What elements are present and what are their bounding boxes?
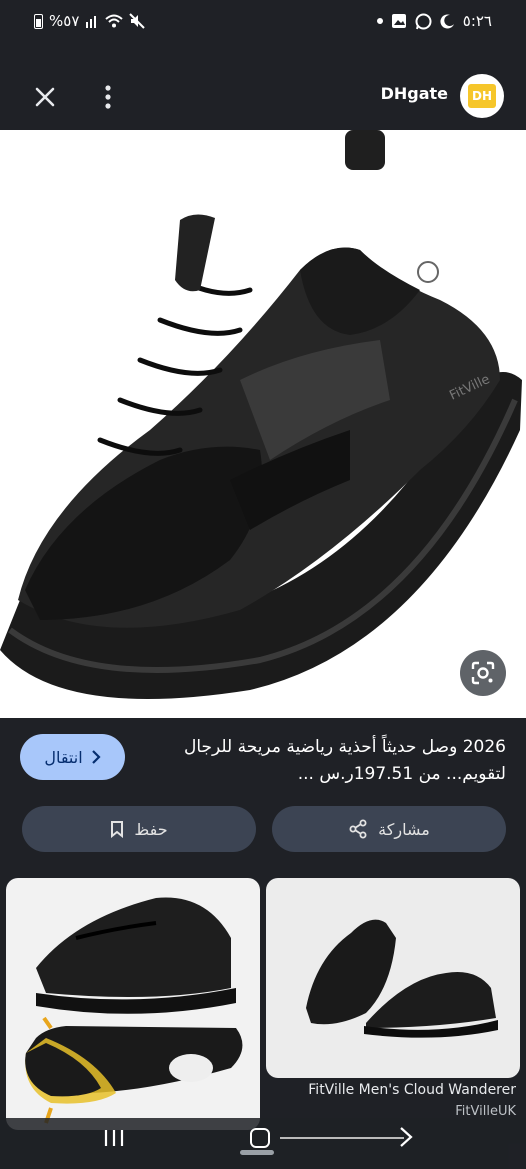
site-logo-text: DH — [468, 84, 496, 108]
related-shoe-image — [306, 919, 498, 1038]
related-result-card[interactable] — [6, 878, 260, 1130]
status-bar: %٥٧ ٥:٢٦ — [0, 0, 526, 44]
status-right: ٥:٢٦ — [376, 12, 492, 30]
dot-icon — [376, 18, 383, 24]
mute-icon — [129, 13, 146, 29]
bookmark-icon — [111, 821, 124, 838]
gallery-icon — [391, 14, 406, 28]
signal-icon — [86, 16, 97, 28]
product-title[interactable]: 2026 وصل حديثاً أحذية رياضية مريحة للرجا… — [140, 734, 506, 788]
lens-icon — [471, 661, 495, 685]
related-result-card[interactable] — [266, 878, 520, 1078]
related-result-caption[interactable]: FitVille Men's Cloud Wanderer — [266, 1082, 516, 1098]
moon-icon — [440, 14, 454, 29]
system-nav-bar — [0, 1118, 526, 1169]
save-button[interactable]: حفظ — [22, 806, 256, 852]
lens-header: DHgate DH — [0, 44, 526, 130]
visit-label: انتقال — [44, 747, 83, 767]
whatsapp-icon — [415, 13, 432, 29]
site-name[interactable]: DHgate — [381, 84, 448, 103]
lens-search-button[interactable] — [460, 650, 506, 696]
battery-percent: %٥٧ — [49, 12, 80, 30]
more-options-icon[interactable] — [98, 82, 118, 112]
site-logo[interactable]: DH — [460, 74, 504, 118]
wifi-icon — [105, 14, 124, 28]
battery-icon — [34, 13, 43, 29]
related-result-source: FitVilleUK — [455, 1104, 516, 1119]
shoe-image: FitVille — [0, 130, 522, 699]
recent-apps-icon[interactable] — [103, 1128, 125, 1148]
main-product-image: FitVille — [0, 130, 526, 718]
related-shoe-image — [25, 897, 243, 1124]
save-label: حفظ — [134, 819, 168, 839]
visit-button[interactable]: انتقال — [20, 734, 125, 780]
clock: ٥:٢٦ — [462, 12, 492, 30]
home-icon[interactable] — [250, 1128, 270, 1148]
share-button[interactable]: مشاركة — [272, 806, 506, 852]
share-icon — [349, 819, 367, 839]
share-label: مشاركة — [378, 819, 430, 839]
status-left: %٥٧ — [34, 12, 146, 30]
chevron-right-icon — [91, 750, 101, 764]
gesture-handle[interactable] — [240, 1150, 274, 1155]
close-icon[interactable] — [30, 82, 60, 112]
gesture-track — [280, 1137, 404, 1139]
back-icon[interactable] — [398, 1126, 414, 1148]
